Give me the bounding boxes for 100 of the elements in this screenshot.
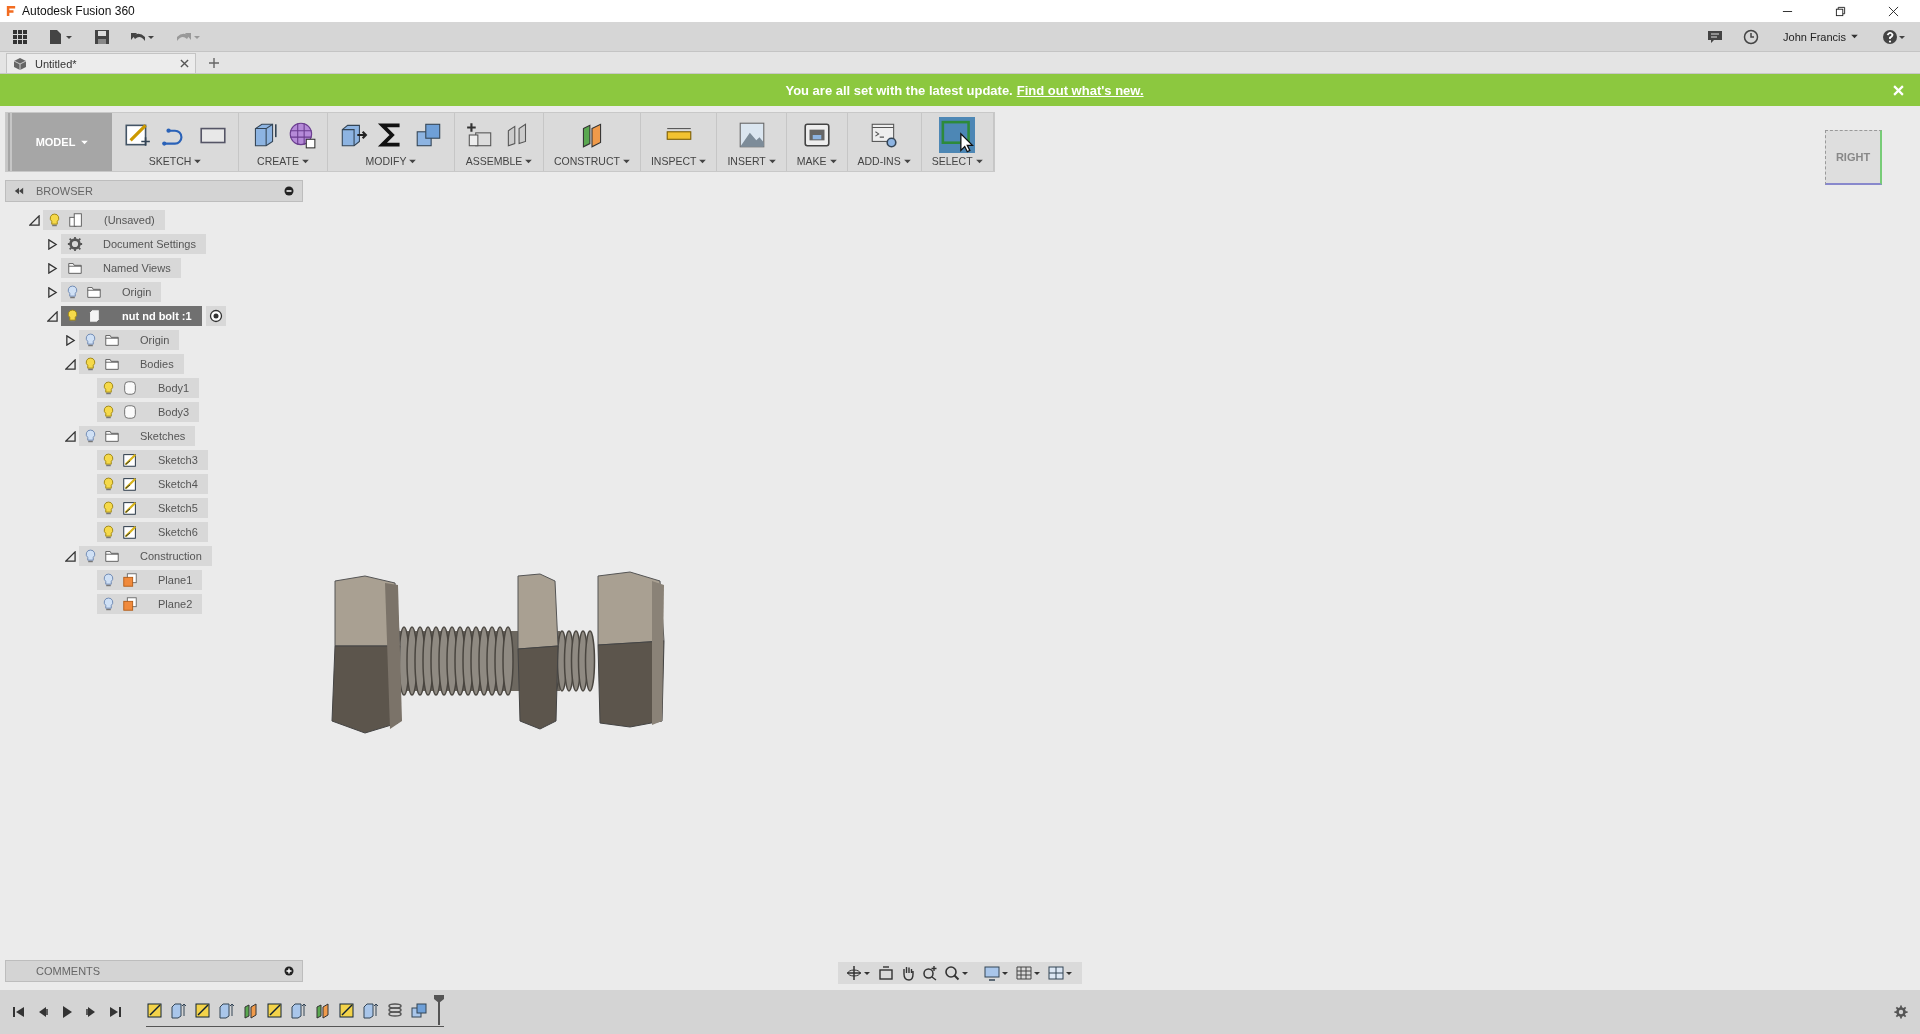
expanded-triangle-icon[interactable] (46, 310, 58, 322)
timeline-marker-icon[interactable] (434, 993, 444, 1026)
browser-node[interactable]: Plane1 (97, 570, 203, 590)
collapsed-triangle-icon[interactable] (46, 286, 58, 298)
toolbar-menu[interactable]: SELECT (931, 153, 983, 167)
viewports-icon[interactable] (1048, 965, 1074, 981)
plane-feature-icon[interactable] (314, 1000, 332, 1019)
extrude-feature-icon[interactable] (170, 1000, 188, 1019)
display-settings-icon[interactable] (984, 965, 1010, 981)
skip-to-start-icon[interactable] (12, 1005, 26, 1019)
close-icon[interactable] (1888, 5, 1899, 17)
expanded-triangle-icon[interactable] (64, 358, 76, 370)
apps-grid-icon[interactable] (12, 28, 28, 45)
browser-node[interactable]: nut nd bolt :1 (61, 306, 202, 326)
extrude-feature-icon[interactable] (218, 1000, 236, 1019)
toolbar-menu[interactable]: INSERT (727, 153, 776, 167)
document-icon (68, 212, 84, 228)
body-icon (122, 404, 138, 420)
document-tab[interactable]: Untitled* (6, 53, 196, 73)
look-at-icon[interactable] (878, 965, 894, 981)
browser-node[interactable]: Sketch5 (97, 498, 208, 518)
activate-radio-icon[interactable] (205, 306, 226, 326)
browser-node[interactable]: Document Settings (61, 234, 206, 254)
zoom-icon[interactable] (922, 965, 938, 981)
toolbar-menu[interactable]: ASSEMBLE (465, 153, 533, 167)
lightbulb-icon[interactable] (103, 596, 114, 612)
plane-icon (122, 596, 138, 612)
thread-feature-icon[interactable] (386, 1000, 404, 1019)
toolbar-menu[interactable]: SKETCH (148, 153, 202, 167)
lightbulb-icon[interactable] (85, 548, 96, 564)
toolbar-menu[interactable]: INSPECT (650, 153, 707, 167)
toolbar-menu[interactable]: CREATE (257, 153, 309, 167)
toolbar-menu[interactable]: ADD-INS (857, 153, 911, 167)
clock-icon[interactable] (1743, 28, 1759, 45)
folder-icon (104, 356, 120, 372)
folder-icon (67, 260, 83, 276)
save-icon[interactable] (94, 28, 110, 45)
browser-node[interactable]: Construction (79, 546, 212, 566)
browser-node[interactable]: Body1 (97, 378, 200, 398)
play-icon[interactable] (60, 1005, 74, 1019)
caret-icon (768, 158, 776, 164)
browser-node[interactable]: Plane2 (97, 594, 203, 614)
toolbar-menu[interactable]: MODIFY (365, 153, 417, 167)
help-icon[interactable] (1882, 28, 1908, 45)
browser-node[interactable]: Named Views (61, 258, 181, 278)
comment-icon[interactable] (1707, 28, 1723, 45)
new-tab-icon[interactable] (208, 57, 220, 69)
toolbar-menu[interactable]: CONSTRUCT (554, 153, 630, 167)
collapsed-triangle-icon[interactable] (46, 262, 58, 274)
collapsed-triangle-icon[interactable] (46, 238, 58, 250)
printer-icon[interactable] (801, 120, 832, 150)
sketch-feature-icon[interactable] (266, 1000, 284, 1019)
select-cursor-icon[interactable] (939, 117, 976, 153)
mesh-sphere-icon[interactable] (287, 120, 317, 150)
restore-icon[interactable] (1835, 5, 1846, 17)
sketch-feature-icon[interactable] (194, 1000, 212, 1019)
browser-node[interactable]: Sketch3 (97, 450, 208, 470)
plane-feature-icon[interactable] (242, 1000, 260, 1019)
collapsed-triangle-icon[interactable] (64, 334, 76, 346)
browser-node[interactable]: Body3 (97, 402, 200, 422)
grid-icon[interactable] (1016, 965, 1042, 981)
combine-feature-icon[interactable] (410, 1000, 428, 1019)
skip-to-end-icon[interactable] (108, 1005, 122, 1019)
browser-node[interactable]: (Unsaved) (43, 210, 165, 230)
folder-icon (104, 428, 120, 444)
folder-icon (86, 284, 102, 300)
browser-node[interactable]: Bodies (79, 354, 184, 374)
minus-circle-icon[interactable] (284, 186, 294, 196)
expanded-triangle-icon[interactable] (64, 430, 76, 442)
sketch-feature-icon[interactable] (146, 1000, 164, 1019)
browser-node[interactable]: Origin (61, 282, 162, 302)
browser-node[interactable]: Sketch4 (97, 474, 208, 494)
expanded-triangle-icon[interactable] (64, 550, 76, 562)
orbit-icon[interactable] (846, 965, 872, 981)
settings-icon[interactable] (1894, 1005, 1908, 1019)
extrude-feature-icon[interactable] (290, 1000, 308, 1019)
browser-node[interactable]: Sketches (79, 426, 196, 446)
folder-icon (104, 548, 120, 564)
user-menu[interactable]: John Francis (1779, 28, 1862, 45)
tab-title: Untitled* (35, 57, 78, 70)
lightbulb-icon[interactable] (67, 284, 78, 300)
lightbulb-icon[interactable] (85, 332, 96, 348)
extrude-feature-icon[interactable] (362, 1000, 380, 1019)
lightbulb-icon[interactable] (85, 428, 96, 444)
caret-icon (622, 158, 630, 164)
toolbar-menu[interactable]: MAKE (796, 153, 837, 167)
collapse-panel-icon[interactable] (14, 186, 24, 196)
zoom-window-icon[interactable] (944, 965, 970, 981)
plus-circle-icon[interactable] (284, 966, 294, 976)
close-tab-icon[interactable] (180, 59, 189, 68)
expanded-triangle-icon[interactable] (28, 214, 40, 226)
settings-icon (67, 236, 83, 252)
pan-hand-icon[interactable] (900, 965, 916, 981)
browser-node[interactable]: Origin (79, 330, 180, 350)
sketch-feature-icon[interactable] (338, 1000, 356, 1019)
lightbulb-icon[interactable] (67, 308, 78, 324)
browser-node[interactable]: Sketch6 (97, 522, 208, 542)
file-menu-icon[interactable] (48, 28, 74, 45)
caret-icon (975, 158, 983, 164)
lightbulb-icon[interactable] (103, 572, 114, 588)
